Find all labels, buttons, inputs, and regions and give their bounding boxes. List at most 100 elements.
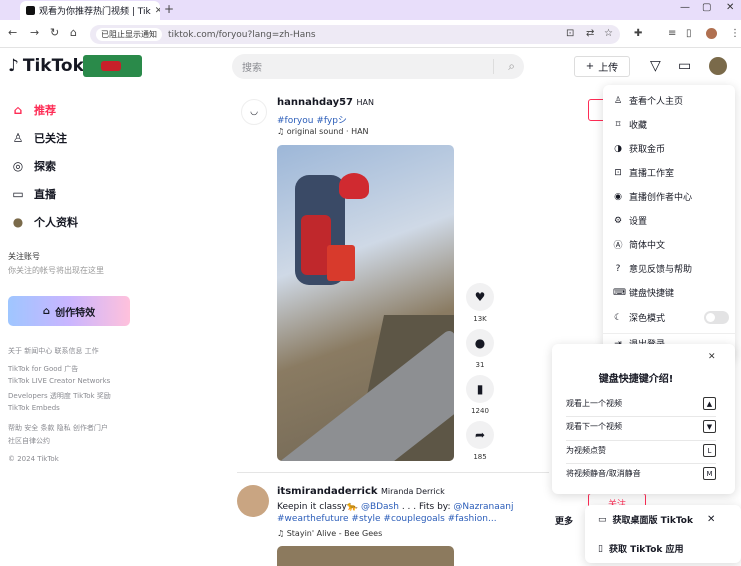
new-tab-icon[interactable]: + <box>164 2 174 16</box>
sidebar-item-live[interactable]: ▭ 直播 <box>10 186 56 202</box>
tiktok-favicon-icon <box>26 6 35 15</box>
avatar-icon: ● <box>12 215 24 229</box>
sidebar-item-profile[interactable]: ● 个人资料 <box>10 214 78 230</box>
inbox-filter-icon[interactable]: ▽ <box>650 58 661 74</box>
footer-links[interactable]: TikTok LIVE Creator Networks <box>8 377 110 385</box>
messages-icon[interactable]: ▭ <box>678 58 691 74</box>
get-mobile-app-button[interactable]: ▯ 获取 TikTok 应用 <box>598 542 684 556</box>
create-effects-button[interactable]: ⌂ 创作特效 <box>8 296 130 326</box>
help-icon: ? <box>615 263 621 274</box>
shortcut-row: 观看上一个视频 ▲ <box>566 397 716 410</box>
user-avatar[interactable] <box>709 57 727 75</box>
heart-icon[interactable]: ♥ <box>466 283 494 311</box>
media-icon[interactable]: ≡ <box>668 28 676 39</box>
like-count: 13K <box>473 315 487 323</box>
maximize-icon[interactable]: ▢ <box>702 2 711 13</box>
footer-links[interactable]: TikTok Embeds <box>8 404 60 412</box>
post-author-avatar[interactable]: ◡ <box>241 99 267 125</box>
menu-item-settings[interactable]: ⚙ 设置 <box>613 214 728 228</box>
get-desktop-app-button[interactable]: ▭ 获取桌面版 TikTok <box>598 513 693 527</box>
close-window-icon[interactable]: ✕ <box>726 2 734 13</box>
menu-item-language[interactable]: Ⓐ 简体中文 <box>613 238 728 251</box>
mention-link[interactable]: @Nazranaanj <box>453 502 513 512</box>
video-player[interactable] <box>277 145 454 461</box>
translate-icon[interactable]: ⇄ <box>586 28 594 39</box>
extensions-icon[interactable]: ✚ <box>634 28 642 39</box>
menu-item-live-creator-hub[interactable]: ◉ 直播创作者中心 <box>613 190 728 204</box>
username: itsmirandaderrick <box>277 486 378 497</box>
compass-icon: ◎ <box>12 159 24 173</box>
copyright: © 2024 TikTok <box>8 455 59 463</box>
post-music[interactable]: ♫ original sound · HAN <box>277 127 369 136</box>
search-icon[interactable]: ⌕ <box>508 59 515 74</box>
comment-icon[interactable]: ● <box>466 329 494 357</box>
video-thumbnail[interactable] <box>277 546 454 566</box>
close-icon[interactable]: ✕ <box>707 514 715 525</box>
more-button[interactable]: 更多 <box>555 514 573 527</box>
shortcut-label: 观看上一个视频 <box>566 399 622 408</box>
menu-item-live-studio[interactable]: ⊡ 直播工作室 <box>613 166 728 180</box>
post-music[interactable]: ♫ Stayin' Alive - Bee Gees <box>277 529 382 538</box>
shortcuts-title: 键盘快捷键介绍! <box>598 374 674 385</box>
menu-item-label: 键盘快捷键 <box>629 289 675 299</box>
menu-item-view-profile[interactable]: ♙ 查看个人主页 <box>613 94 728 108</box>
share-icon[interactable]: ➦ <box>466 421 494 449</box>
share-action[interactable]: ➦ 185 <box>466 421 494 461</box>
back-icon[interactable]: ← <box>8 26 17 39</box>
menu-item-shortcuts[interactable]: ⌨ 键盘快捷键 <box>613 286 728 300</box>
side-panel-icon[interactable]: ▯ <box>686 28 692 39</box>
post-author[interactable]: hannahday57 HAN <box>277 97 374 108</box>
address-bar[interactable]: 已阻止显示通知 tiktok.com/foryou?lang=zh-Hans <box>90 25 620 44</box>
post-author-avatar[interactable] <box>237 485 269 517</box>
bookmark-star-icon[interactable]: ☆ <box>604 28 613 39</box>
reload-icon[interactable]: ↻ <box>50 26 59 39</box>
mention-link[interactable]: @BDash <box>361 502 399 512</box>
footer-links[interactable]: Developers 透明度 TikTok 奖励 <box>8 391 111 401</box>
shortcut-label: 为视频点赞 <box>566 446 606 455</box>
menu-item-favorites[interactable]: ⌑ 收藏 <box>613 118 728 132</box>
minimize-icon[interactable]: — <box>680 2 690 13</box>
chrome-menu-icon[interactable]: ⋮ <box>730 28 740 39</box>
sidebar-item-label: 直播 <box>34 188 56 201</box>
shortcut-row: 将视频静音/取消静音 M <box>566 467 716 480</box>
like-action[interactable]: ♥ 13K <box>466 283 494 323</box>
footer-links[interactable]: 帮助 安全 条款 隐私 创作者门户 <box>8 423 108 433</box>
desktop-icon: ▭ <box>598 514 607 525</box>
effects-label: 创作特效 <box>55 307 96 319</box>
home-button-icon[interactable]: ⌂ <box>70 26 77 39</box>
sidebar-item-foryou[interactable]: ⌂ 推荐 <box>10 102 56 118</box>
shortcut-label: 将视频静音/取消静音 <box>566 469 641 478</box>
share-count: 185 <box>473 453 487 461</box>
browser-tab[interactable]: 观看为你推荐热门视频 | Tik ✕ <box>20 1 160 20</box>
install-app-icon[interactable]: ⊡ <box>566 28 574 39</box>
post-hashtags[interactable]: #foryou #fypシ <box>277 113 347 126</box>
post-author[interactable]: itsmirandaderrick Miranda Derrick <box>277 486 445 497</box>
footer-links[interactable]: 关于 新闻中心 联系信息 工作 <box>8 346 99 356</box>
tiktok-note-icon: ♪ <box>8 56 19 76</box>
save-action[interactable]: ▮ 1240 <box>466 375 494 415</box>
menu-item-feedback[interactable]: ? 意见反馈与帮助 <box>613 262 728 276</box>
sidebar-item-explore[interactable]: ◎ 探索 <box>10 158 56 174</box>
footer-links[interactable]: 社区自律公约 <box>8 436 50 446</box>
nickname: Miranda Derrick <box>381 487 445 496</box>
forward-icon[interactable]: → <box>30 26 39 39</box>
search-input[interactable]: 搜索 ⌕ <box>232 54 524 79</box>
dark-mode-toggle[interactable] <box>704 311 729 324</box>
post-divider <box>237 472 549 473</box>
post-hashtags[interactable]: #wearthefuture #style #couplegoals #fash… <box>277 514 497 524</box>
sidebar-item-following[interactable]: ♙ 已关注 <box>10 130 67 146</box>
following-icon: ♙ <box>12 131 24 145</box>
profile-avatar-icon[interactable] <box>706 28 717 39</box>
comment-action[interactable]: ● 31 <box>466 329 494 369</box>
menu-item-coins[interactable]: ◑ 获取金币 <box>613 142 728 156</box>
tiktok-logo[interactable]: ♪ TikTok <box>8 56 84 76</box>
l-key-icon: L <box>703 444 716 457</box>
notification-blocked-chip[interactable]: 已阻止显示通知 <box>96 28 162 41</box>
upload-button[interactable]: + 上传 <box>574 56 630 77</box>
close-tab-icon[interactable]: ✕ <box>155 6 160 16</box>
footer-links[interactable]: TikTok for Good 广告 <box>8 364 78 374</box>
menu-divider <box>603 333 735 334</box>
bookmark-icon[interactable]: ▮ <box>466 375 494 403</box>
close-icon[interactable]: ✕ <box>708 352 716 362</box>
keyboard-icon: ⌨ <box>613 287 626 298</box>
